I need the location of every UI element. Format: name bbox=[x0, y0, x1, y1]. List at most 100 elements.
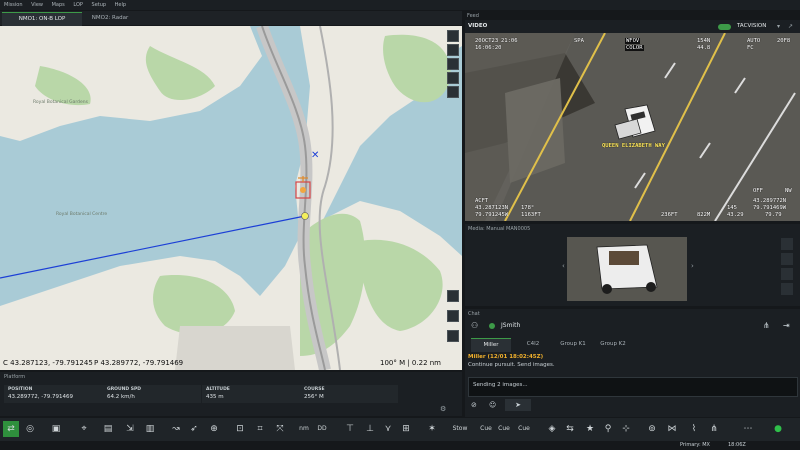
broadcast-icon[interactable]: ⋔ bbox=[706, 421, 722, 437]
antenna-icon[interactable]: ⌇ bbox=[686, 421, 702, 437]
chat-input[interactable]: Sending 2 images... bbox=[468, 377, 798, 397]
route-icon[interactable]: ↝ bbox=[168, 421, 184, 437]
layer-filter-icon[interactable]: ⊥ bbox=[362, 421, 378, 437]
menu-bar: Mission View Maps LOP Setup Help bbox=[0, 0, 800, 10]
network-icon[interactable]: ⋯ bbox=[740, 421, 756, 437]
emoji-icon[interactable]: ☺ bbox=[489, 401, 496, 409]
status-time: 18:06Z bbox=[728, 442, 746, 448]
feed-panel-header: Feed bbox=[465, 12, 800, 20]
map-grid-button[interactable] bbox=[447, 310, 459, 322]
filter-icon[interactable]: ⊤ bbox=[342, 421, 358, 437]
menu-mission[interactable]: Mission bbox=[4, 2, 23, 8]
star-icon[interactable]: ★ bbox=[582, 421, 598, 437]
waypoint-icon[interactable]: ⇲ bbox=[122, 421, 138, 437]
media-save-icon[interactable] bbox=[781, 283, 793, 295]
delete-icon[interactable]: ▤ bbox=[100, 421, 116, 437]
users-icon[interactable]: ⚇ bbox=[471, 321, 478, 330]
map-canvas: ✕ bbox=[0, 26, 462, 370]
hud-date: 20OCT23 bbox=[475, 38, 499, 44]
platform-title: Platform bbox=[4, 374, 26, 380]
chat-tab-c4i2[interactable]: C4I2 bbox=[515, 338, 551, 351]
cue-icon-3[interactable]: Cue bbox=[516, 421, 532, 437]
signal-icon[interactable]: ⋈ bbox=[664, 421, 680, 437]
hud-azimuth: 154N bbox=[697, 38, 711, 44]
position-value: 43.289772, -79.791469 bbox=[8, 394, 73, 400]
gear-icon[interactable]: ⚙ bbox=[440, 405, 446, 413]
sync-icon[interactable]: ⇄ bbox=[3, 421, 19, 437]
cue-icon-2[interactable]: Cue bbox=[496, 421, 512, 437]
chat-message-text: Continue pursuit. Send images. bbox=[468, 362, 555, 368]
sensor-icon[interactable]: ◈ bbox=[544, 421, 560, 437]
menu-view[interactable]: View bbox=[31, 2, 43, 8]
chat-tab-group-k1[interactable]: Group K1 bbox=[555, 338, 591, 351]
camera-icon[interactable]: ▣ bbox=[48, 421, 64, 437]
send-button[interactable]: ➤ bbox=[505, 399, 531, 411]
media-link-icon[interactable] bbox=[781, 253, 793, 265]
help-icon[interactable]: ● bbox=[770, 421, 786, 437]
media-share-icon[interactable] bbox=[781, 238, 793, 250]
hud-t1: 145 bbox=[727, 205, 737, 211]
chevron-right-icon[interactable]: › bbox=[691, 262, 694, 270]
chat-message-sender: Miller (12/01 18:02:45Z) bbox=[468, 354, 544, 360]
funnel-icon[interactable]: ⋎ bbox=[380, 421, 396, 437]
chevron-down-icon[interactable]: ▾ bbox=[777, 20, 780, 33]
tab-nmo1[interactable]: NMO1: ON-B LOP bbox=[2, 12, 82, 26]
pin-icon[interactable]: ⚲ bbox=[600, 421, 616, 437]
map-zoom-in-button[interactable] bbox=[447, 44, 459, 56]
hud-nw: NW bbox=[785, 188, 792, 194]
zoom-icon[interactable]: ⊕ bbox=[206, 421, 222, 437]
attach-icon[interactable]: ⊘ bbox=[471, 401, 477, 409]
hud-target-alt: 822M bbox=[697, 212, 711, 218]
chat-tab-miller[interactable]: Miller bbox=[471, 338, 511, 352]
hud-street-name: QUEEN ELIZABETH WAY bbox=[602, 143, 665, 149]
video-toggle[interactable] bbox=[718, 24, 731, 30]
logout-icon[interactable]: ⇥ bbox=[783, 321, 790, 330]
star-filter-icon[interactable]: ✶ bbox=[424, 421, 440, 437]
map-fullscreen-button[interactable] bbox=[447, 290, 459, 302]
hud-off: OFF bbox=[753, 188, 763, 194]
transfer-icon[interactable]: ⇆ bbox=[562, 421, 578, 437]
ground-speed-value: 64.2 km/h bbox=[107, 394, 135, 400]
map-view[interactable]: ✕ Royal Botanical Gardens Royal Botanica… bbox=[0, 26, 462, 370]
expand-icon[interactable]: ↗ bbox=[788, 20, 793, 33]
ground-speed-label: GROUND SPD bbox=[107, 387, 141, 392]
menu-maps[interactable]: Maps bbox=[52, 2, 65, 8]
map-label-centre: Royal Botanical Centre bbox=[56, 212, 108, 217]
video-feed[interactable]: 20OCT23 16:06:20 21:06 SPA WFOV COLOR 15… bbox=[465, 33, 800, 221]
map-center-button[interactable] bbox=[447, 86, 459, 98]
compass-icon[interactable]: ⊚ bbox=[644, 421, 660, 437]
status-bar: Primary: MX 18:06Z bbox=[0, 441, 800, 450]
status-primary: Primary: MX bbox=[680, 442, 710, 448]
target-lock-icon[interactable]: ⌖ bbox=[76, 421, 92, 437]
distance-icon[interactable]: nm bbox=[296, 421, 312, 437]
menu-setup[interactable]: Setup bbox=[92, 2, 107, 8]
hud-acft-lat: 43.287123N bbox=[475, 205, 509, 211]
tab-nmo2[interactable]: NMO2: Radar bbox=[84, 12, 136, 25]
crosshair-icon[interactable]: ⊹ bbox=[618, 421, 634, 437]
map-layers-button[interactable] bbox=[447, 72, 459, 84]
chat-tab-group-k2[interactable]: Group K2 bbox=[595, 338, 631, 351]
grid-filter-icon[interactable]: ⊞ bbox=[398, 421, 414, 437]
dd-format-icon[interactable]: DD bbox=[314, 421, 330, 437]
share-network-icon[interactable]: ⋔ bbox=[763, 321, 770, 330]
expand-view-icon[interactable]: ⤧ bbox=[272, 421, 288, 437]
menu-lop[interactable]: LOP bbox=[73, 2, 83, 8]
map-zoom-out-button[interactable] bbox=[447, 58, 459, 70]
navigate-icon[interactable]: ➶ bbox=[186, 421, 202, 437]
map-measure-button[interactable] bbox=[447, 330, 459, 342]
map-compass-button[interactable] bbox=[447, 30, 459, 42]
media-thumbnail[interactable] bbox=[567, 237, 687, 301]
media-edit-icon[interactable] bbox=[781, 268, 793, 280]
cue-icon-1[interactable]: Cue bbox=[478, 421, 494, 437]
hud-acft: ACFT bbox=[475, 198, 489, 204]
chevron-left-icon[interactable]: ‹ bbox=[562, 262, 565, 270]
hud-altitude: 1163FT bbox=[521, 212, 541, 218]
frame-icon[interactable]: ⊡ bbox=[232, 421, 248, 437]
stow-icon[interactable]: Stow bbox=[452, 421, 468, 437]
video-mode-select[interactable]: TACVISION bbox=[737, 20, 766, 33]
menu-help[interactable]: Help bbox=[115, 2, 126, 8]
video-label: VIDEO bbox=[468, 23, 488, 29]
crop-icon[interactable]: ⌗ bbox=[252, 421, 268, 437]
trash-icon[interactable]: ▥ bbox=[142, 421, 158, 437]
record-icon[interactable]: ◎ bbox=[22, 421, 38, 437]
